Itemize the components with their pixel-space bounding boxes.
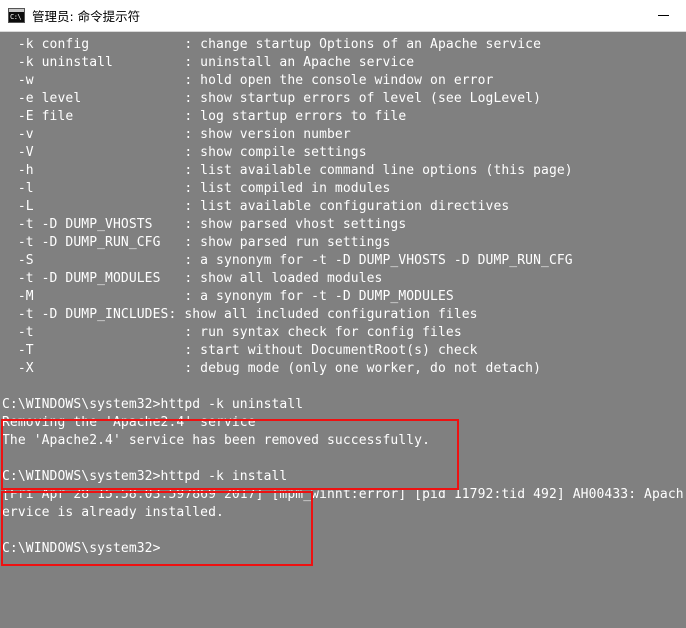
- cmd-icon: C:\: [8, 8, 25, 23]
- window-title: 管理员: 命令提示符: [32, 9, 141, 24]
- command-prompt-window: C:\ 管理员: 命令提示符 -k config : change startu…: [0, 0, 686, 628]
- window-controls: [640, 0, 686, 31]
- window-titlebar[interactable]: C:\ 管理员: 命令提示符: [0, 0, 686, 32]
- minimize-icon: [657, 14, 669, 17]
- console-output-area[interactable]: -k config : change startup Options of an…: [0, 32, 686, 628]
- console-text: -k config : change startup Options of an…: [2, 37, 684, 556]
- minimize-button[interactable]: [640, 0, 686, 32]
- cmd-icon-glyph: C:\: [10, 13, 22, 21]
